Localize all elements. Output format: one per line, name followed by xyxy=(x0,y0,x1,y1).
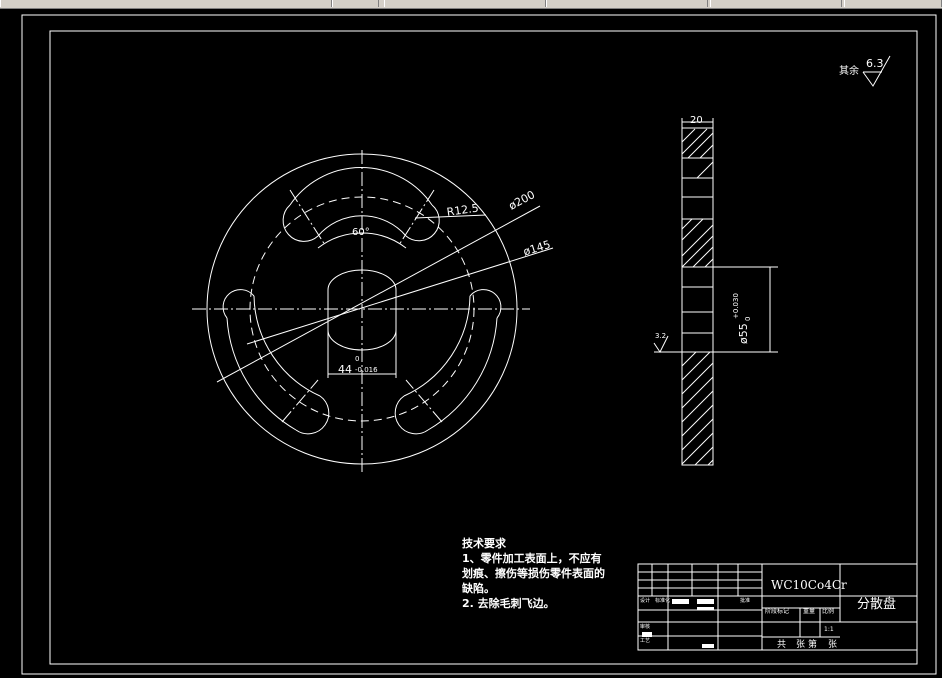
dim-bore-base: ø55 xyxy=(737,323,750,344)
title-material: WC10Co4Cr xyxy=(771,578,847,592)
dim-width-base: 44 xyxy=(338,363,352,376)
title-part-name: 分散盘 xyxy=(857,597,897,612)
title-process-label: 工艺 xyxy=(640,638,651,644)
toolbar-section[interactable] xyxy=(844,0,942,7)
dim-angle: 60° xyxy=(352,227,370,238)
dim-bore-lower-tol: 0 xyxy=(744,316,752,321)
title-weight-label: 重量 xyxy=(803,608,816,615)
roughness-value: 6.3 xyxy=(866,57,884,70)
toolbar-section[interactable] xyxy=(546,0,708,7)
title-design-label: 设计 xyxy=(640,598,651,604)
side-view xyxy=(653,118,778,466)
tech-req-line: 2. 去除毛刺飞边。 xyxy=(462,597,555,610)
dim-width-lower-tol: -0.016 xyxy=(355,366,378,374)
application-toolbar xyxy=(0,0,942,9)
title-sheet-num: 第 xyxy=(808,640,818,650)
technical-requirements: 技术要求 1、零件加工表面上，不应有 划痕、擦伤等损伤零件表面的 缺陷。 2. … xyxy=(462,536,605,611)
roughness-label: 其余 xyxy=(839,66,859,77)
front-view xyxy=(192,150,554,474)
toolbar-section[interactable] xyxy=(710,0,842,7)
tech-req-line: 缺陷。 xyxy=(462,582,495,595)
side-roughness-value: 3.2 xyxy=(655,332,667,340)
title-scale-label: 比例 xyxy=(822,608,835,615)
dim-bore-upper-tol: +0.030 xyxy=(732,293,740,319)
title-scale-value: 1:1 xyxy=(824,626,834,633)
title-stage-label: 阶段标记 xyxy=(765,608,790,615)
title-sheet-total: 共 xyxy=(777,640,787,650)
title-std-label: 标准化 xyxy=(655,598,671,604)
toolbar-section[interactable] xyxy=(0,0,332,7)
tech-req-line: 1、零件加工表面上，不应有 xyxy=(462,552,602,565)
dim-thickness: 20 xyxy=(690,115,703,126)
title-sheet-unit: 张 xyxy=(796,640,806,650)
cad-drawing-area[interactable]: 其余 6.3 ø200 ø145 R12.5 60° 44 0 -0.016 2… xyxy=(0,9,942,678)
title-sheet-unit2: 张 xyxy=(828,640,838,650)
toolbar-section[interactable] xyxy=(332,0,379,7)
tech-req-line: 划痕、擦伤等损伤零件表面的 xyxy=(462,567,605,580)
title-check-label: 审核 xyxy=(640,624,651,630)
dim-width-upper-tol: 0 xyxy=(355,355,360,363)
title-approve-label: 批准 xyxy=(740,598,751,604)
tech-req-title: 技术要求 xyxy=(462,537,506,550)
toolbar-section[interactable] xyxy=(384,0,546,7)
